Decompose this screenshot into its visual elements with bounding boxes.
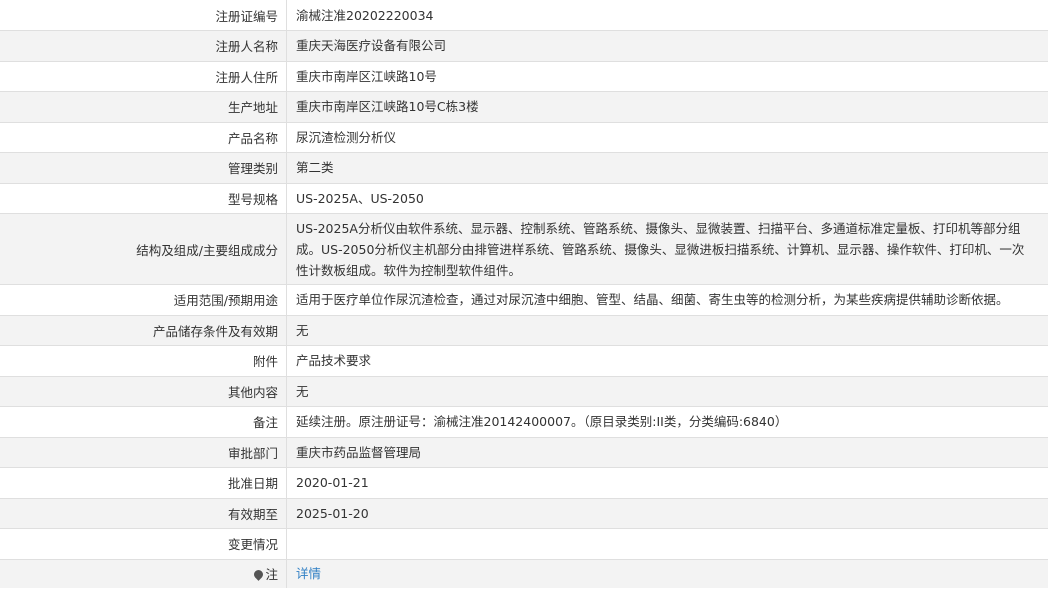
table-row: 生产地址 重庆市南岸区江峡路10号C栋3楼: [0, 91, 1048, 123]
row-value: 重庆市南岸区江峡路10号: [286, 60, 1048, 92]
row-label: 适用范围/预期用途: [0, 284, 287, 316]
row-value: 重庆市药品监督管理局: [286, 436, 1048, 468]
row-label: 产品储存条件及有效期: [0, 314, 287, 346]
row-value: US-2025A分析仪由软件系统、显示器、控制系统、管路系统、摄像头、显微装置、…: [286, 213, 1048, 285]
row-label: 备注: [0, 406, 287, 438]
row-label: 批准日期: [0, 467, 287, 499]
table-row: 管理类别 第二类: [0, 152, 1048, 184]
row-value: 重庆市南岸区江峡路10号C栋3楼: [286, 91, 1048, 123]
detail-link[interactable]: 详情: [296, 566, 321, 581]
note-label: 注: [265, 567, 278, 582]
row-label: 附件: [0, 345, 287, 377]
row-label: 结构及组成/主要组成成分: [0, 213, 287, 285]
row-value: 重庆天海医疗设备有限公司: [286, 30, 1048, 62]
row-label: 注册人住所: [0, 60, 287, 92]
table-row: 批准日期 2020-01-21: [0, 467, 1048, 499]
table-row: 结构及组成/主要组成成分 US-2025A分析仪由软件系统、显示器、控制系统、管…: [0, 213, 1048, 285]
table-row: 型号规格 US-2025A、US-2050: [0, 182, 1048, 214]
row-label: 其他内容: [0, 375, 287, 407]
row-value: 2020-01-21: [286, 467, 1048, 499]
pin-icon: [252, 568, 266, 581]
row-value: [286, 528, 1048, 560]
table-row: 注册人名称 重庆天海医疗设备有限公司: [0, 30, 1048, 62]
table-row: 附件 产品技术要求: [0, 345, 1048, 377]
table-row: 有效期至 2025-01-20: [0, 497, 1048, 529]
table-row: 产品储存条件及有效期 无: [0, 314, 1048, 346]
table-row: 备注 延续注册。原注册证号：渝械注准20142400007。（原目录类别:II类…: [0, 406, 1048, 438]
row-value: 渝械注准20202220034: [286, 0, 1048, 31]
row-value: 延续注册。原注册证号：渝械注准20142400007。（原目录类别:II类，分类…: [286, 406, 1048, 438]
note-value-cell: 详情: [286, 558, 1048, 588]
table-row: 注册证编号 渝械注准20202220034: [0, 0, 1048, 31]
row-label: 产品名称: [0, 121, 287, 153]
row-value: 无: [286, 375, 1048, 407]
table-row-note: 注 详情: [0, 558, 1048, 588]
row-label: 有效期至: [0, 497, 287, 529]
table-row: 其他内容 无: [0, 375, 1048, 407]
row-label: 注册证编号: [0, 0, 287, 31]
table-row: 注册人住所 重庆市南岸区江峡路10号: [0, 60, 1048, 92]
row-label: 审批部门: [0, 436, 287, 468]
row-label: 注册人名称: [0, 30, 287, 62]
row-value: US-2025A、US-2050: [286, 182, 1048, 214]
row-value: 产品技术要求: [286, 345, 1048, 377]
table-row: 适用范围/预期用途 适用于医疗单位作尿沉渣检查，通过对尿沉渣中细胞、管型、结晶、…: [0, 284, 1048, 316]
row-value: 适用于医疗单位作尿沉渣检查，通过对尿沉渣中细胞、管型、结晶、细菌、寄生虫等的检测…: [286, 284, 1048, 316]
registration-detail-table: 注册证编号 渝械注准20202220034 注册人名称 重庆天海医疗设备有限公司…: [0, 0, 1048, 588]
row-value: 2025-01-20: [286, 497, 1048, 529]
row-label: 型号规格: [0, 182, 287, 214]
table-row: 产品名称 尿沉渣检测分析仪: [0, 121, 1048, 153]
note-label-cell: 注: [0, 558, 287, 588]
row-label: 生产地址: [0, 91, 287, 123]
table-row: 审批部门 重庆市药品监督管理局: [0, 436, 1048, 468]
row-value: 尿沉渣检测分析仪: [286, 121, 1048, 153]
row-label: 变更情况: [0, 528, 287, 560]
row-label: 管理类别: [0, 152, 287, 184]
table-row: 变更情况: [0, 528, 1048, 560]
row-value: 第二类: [286, 152, 1048, 184]
row-value: 无: [286, 314, 1048, 346]
